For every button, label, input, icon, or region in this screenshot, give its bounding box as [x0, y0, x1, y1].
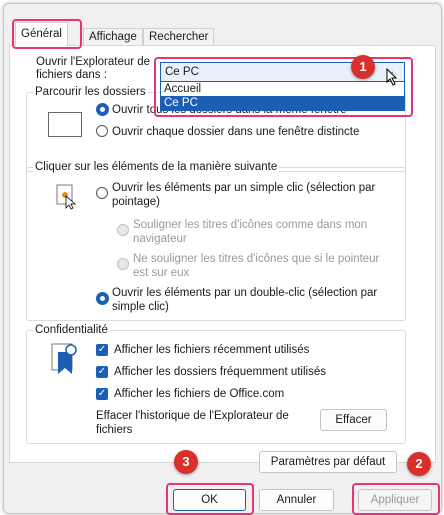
privacy-icon [50, 342, 78, 379]
browse-folders-label: Parcourir les dossiers [33, 86, 148, 98]
window-icon [48, 112, 82, 137]
radio-single-click[interactable] [96, 187, 108, 199]
tab-search[interactable]: Rechercher [143, 28, 215, 46]
mouse-cursor-icon [386, 67, 398, 89]
tab-view[interactable]: Affichage [83, 28, 143, 46]
tab-general-highlight [12, 19, 82, 49]
radio-same-window[interactable] [96, 103, 109, 116]
single-click-label: Ouvrir les éléments par un simple clic (… [112, 182, 376, 208]
double-click-label: Ouvrir les éléments par un double-clic (… [112, 287, 378, 313]
privacy-label: Confidentialité [33, 324, 110, 336]
cancel-button[interactable]: Annuler [259, 489, 334, 511]
step-badge-1: 1 [351, 55, 375, 79]
recent-files-label: Afficher les fichiers récemment utilisés [114, 344, 310, 356]
radio-double-click[interactable] [96, 292, 109, 305]
underline-always-label: Souligner les titres d'icônes comme dans… [133, 219, 368, 245]
open-explorer-label: Ouvrir l'Explorateur de fichiers dans : [36, 56, 151, 81]
apply-highlight [352, 483, 440, 515]
separate-window-label: Ouvrir chaque dossier dans une fenêtre d… [112, 126, 360, 138]
underline-hover-label: Ne souligner les titres d'icônes que si … [133, 253, 380, 279]
checkbox-frequent-folders[interactable]: ✓ [96, 366, 108, 378]
step-badge-3: 3 [174, 450, 198, 474]
click-items-label: Cliquer sur les éléments de la manière s… [33, 161, 280, 173]
ok-highlight [166, 483, 254, 515]
radio-separate-window[interactable] [96, 125, 108, 137]
radio-underline-always[interactable] [117, 224, 129, 236]
radio-underline-hover[interactable] [117, 258, 129, 270]
clear-button[interactable]: Effacer [320, 409, 387, 431]
clear-history-label: Effacer l'historique de l'Explorateur de… [96, 410, 289, 436]
checkbox-office-files[interactable]: ✓ [96, 388, 108, 400]
restore-defaults-button[interactable]: Paramètres par défaut [259, 451, 397, 473]
frequent-folders-label: Afficher les dossiers fréquemment utilis… [114, 366, 326, 378]
step-badge-2: 2 [407, 452, 431, 476]
office-files-label: Afficher les fichiers de Office.com [114, 388, 285, 400]
checkbox-recent-files[interactable]: ✓ [96, 344, 108, 356]
click-pointer-icon [56, 184, 78, 213]
